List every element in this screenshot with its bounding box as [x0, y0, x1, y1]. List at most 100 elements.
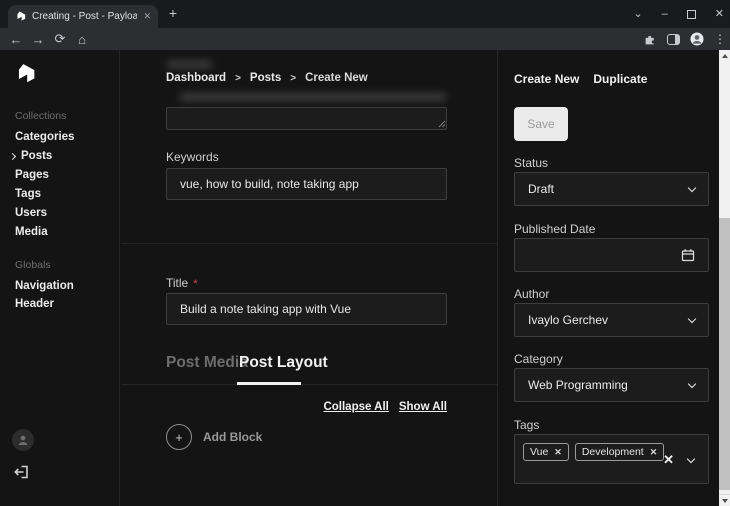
- status-value: Draft: [528, 182, 555, 196]
- section-divider: [121, 243, 497, 244]
- account-button[interactable]: [12, 429, 34, 451]
- tab-post-media[interactable]: Post Media: [166, 354, 248, 372]
- tab-close-icon[interactable]: ✕: [143, 12, 151, 21]
- breadcrumb-separator: >: [290, 72, 297, 84]
- sidebar: Collections Categories Posts Pages Tags …: [0, 50, 120, 506]
- remove-tag-icon[interactable]: ✕: [554, 447, 562, 458]
- tab-search-icon[interactable]: ⌄: [633, 8, 642, 20]
- breadcrumb-separator: >: [235, 72, 241, 84]
- page-scrollbar[interactable]: [719, 50, 730, 506]
- title-input[interactable]: [166, 293, 447, 325]
- new-tab-button[interactable]: +: [164, 4, 182, 22]
- chevron-down-icon: [687, 183, 697, 192]
- published-date-label: Published Date: [514, 222, 596, 236]
- tag-chip-label: Development: [581, 446, 644, 458]
- clear-tags-icon[interactable]: ✕: [663, 452, 674, 468]
- breadcrumb-current: Create New: [305, 72, 368, 84]
- tab-title: Creating - Post - Payload: [32, 11, 138, 22]
- tags-label: Tags: [514, 418, 540, 432]
- author-select[interactable]: Ivaylo Gerchev: [514, 303, 709, 337]
- toolbar-actions: ⋮: [644, 28, 726, 50]
- sidebar-item-posts[interactable]: Posts: [8, 150, 52, 162]
- edit-view: Dashboard > Posts > Create New Keywords …: [121, 50, 497, 506]
- window-controls: ⌄ – ✕: [633, 0, 724, 28]
- tag-chip-label: Vue: [530, 446, 549, 458]
- minimize-icon[interactable]: –: [662, 8, 668, 20]
- maximize-icon[interactable]: [686, 9, 696, 19]
- collapse-all-link[interactable]: Collapse All: [323, 401, 388, 413]
- redacted-text: [167, 60, 212, 69]
- sidebar-item-categories[interactable]: Categories: [15, 131, 74, 143]
- resize-grip-icon[interactable]: [438, 120, 446, 128]
- profile-avatar-icon[interactable]: [690, 32, 704, 46]
- browser-tabstrip: Creating - Post - Payload ✕ + ⌄ – ✕: [0, 0, 730, 28]
- category-label: Category: [514, 352, 563, 366]
- create-new-link[interactable]: Create New: [514, 72, 579, 86]
- keywords-input[interactable]: [166, 168, 447, 200]
- user-avatar-icon: [18, 435, 28, 446]
- redacted-text: [180, 93, 446, 101]
- document-actions: Create New Duplicate: [514, 72, 647, 86]
- category-select[interactable]: Web Programming: [514, 368, 709, 402]
- forward-icon[interactable]: →: [28, 28, 48, 50]
- breadcrumb-posts[interactable]: Posts: [250, 72, 281, 84]
- extensions-icon[interactable]: [644, 33, 657, 46]
- tag-chip[interactable]: Development ✕: [574, 443, 665, 461]
- calendar-icon[interactable]: [681, 248, 695, 262]
- show-all-link[interactable]: Show All: [399, 401, 447, 413]
- close-window-icon[interactable]: ✕: [715, 8, 724, 20]
- add-block-label: Add Block: [203, 430, 263, 444]
- keywords-label: Keywords: [166, 150, 219, 164]
- description-textarea[interactable]: [166, 107, 447, 130]
- reload-icon[interactable]: ⟳: [50, 28, 70, 50]
- globals-group-label: Globals: [15, 259, 51, 271]
- sidebar-item-users[interactable]: Users: [15, 207, 47, 219]
- sidebar-item-pages[interactable]: Pages: [15, 169, 49, 181]
- scrollbar-up-button[interactable]: [719, 50, 730, 62]
- duplicate-link[interactable]: Duplicate: [593, 72, 647, 86]
- tag-chip[interactable]: Vue ✕: [523, 443, 569, 461]
- tab-post-layout[interactable]: Post Layout: [239, 354, 328, 372]
- blocks-toolbar: Collapse All Show All: [166, 401, 447, 413]
- chevron-down-icon: [687, 314, 697, 323]
- sidebar-item-tags[interactable]: Tags: [15, 188, 41, 200]
- title-label: Title *: [166, 276, 198, 290]
- scrollbar-down-button[interactable]: [719, 494, 730, 506]
- plus-icon: +: [166, 424, 192, 450]
- payload-admin-app: Collections Categories Posts Pages Tags …: [0, 50, 730, 506]
- active-chevron-icon: [8, 152, 17, 160]
- breadcrumb: Dashboard > Posts > Create New: [166, 72, 368, 84]
- side-panel-icon[interactable]: [667, 33, 680, 45]
- status-label: Status: [514, 156, 549, 170]
- logout-icon: [14, 465, 28, 479]
- menu-kebab-icon[interactable]: ⋮: [714, 33, 726, 45]
- author-label: Author: [514, 287, 550, 301]
- breadcrumb-dashboard[interactable]: Dashboard: [166, 72, 226, 84]
- active-tab-underline: [237, 382, 301, 385]
- status-select[interactable]: Draft: [514, 172, 709, 206]
- chevron-down-icon[interactable]: [686, 454, 696, 463]
- payload-logo-icon: [18, 64, 35, 83]
- author-value: Ivaylo Gerchev: [528, 313, 609, 327]
- payload-favicon-icon: [17, 11, 26, 21]
- chevron-down-icon: [687, 379, 697, 388]
- browser-window: Creating - Post - Payload ✕ + ⌄ – ✕ ← → …: [0, 0, 730, 506]
- logout-button[interactable]: [13, 464, 29, 480]
- back-icon[interactable]: ←: [6, 28, 26, 50]
- tags-multiselect[interactable]: Vue ✕ Development ✕ ✕: [514, 434, 709, 484]
- collections-group-label: Collections: [15, 110, 67, 122]
- remove-tag-icon[interactable]: ✕: [650, 447, 658, 458]
- tabs-divider: [121, 384, 497, 385]
- save-button[interactable]: Save: [514, 107, 568, 141]
- add-block-button[interactable]: + Add Block: [166, 424, 262, 450]
- browser-tab[interactable]: Creating - Post - Payload ✕: [8, 5, 158, 28]
- category-value: Web Programming: [528, 378, 628, 392]
- sidebar-item-navigation[interactable]: Navigation: [15, 280, 74, 292]
- home-icon[interactable]: ⌂: [72, 28, 92, 50]
- payload-logo[interactable]: [14, 63, 36, 85]
- sidebar-item-header[interactable]: Header: [15, 298, 54, 310]
- required-mark: *: [193, 278, 198, 290]
- scrollbar-thumb[interactable]: [719, 218, 730, 490]
- published-date-input[interactable]: [514, 238, 709, 272]
- sidebar-item-media[interactable]: Media: [15, 226, 48, 238]
